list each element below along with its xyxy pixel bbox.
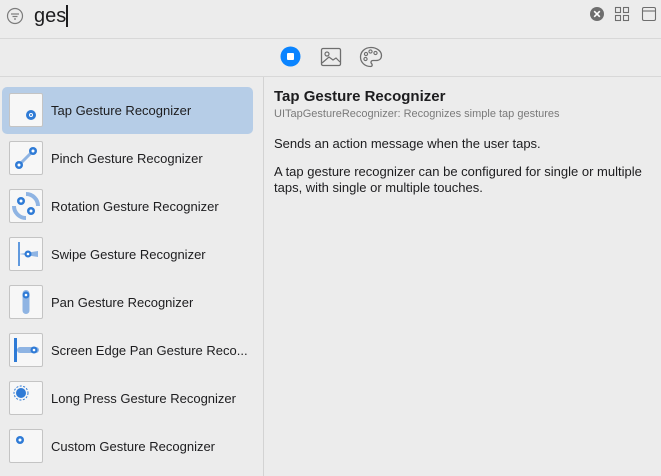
filter-icon[interactable]	[6, 7, 24, 25]
item-thumbnail	[9, 141, 43, 175]
item-label: Custom Gesture Recognizer	[51, 439, 216, 454]
item-label: Rotation Gesture Recognizer	[51, 199, 219, 214]
item-thumbnail	[9, 189, 43, 223]
item-label: Long Press Gesture Recognizer	[51, 391, 236, 406]
tap-gesture-icon	[26, 110, 36, 120]
pan-gesture-icon	[22, 290, 30, 314]
search-bar	[0, 0, 661, 38]
item-thumbnail	[9, 381, 43, 415]
screen-edge-pan-gesture-icon	[14, 338, 39, 362]
list-item-swipe-gesture[interactable]: Swipe Gesture Recognizer	[2, 231, 253, 278]
list-item-pan-gesture[interactable]: Pan Gesture Recognizer	[2, 279, 253, 326]
detail-title: Tap Gesture Recognizer	[274, 88, 446, 105]
detail-pane: Tap Gesture Recognizer UITapGestureRecog…	[264, 77, 661, 476]
window-icon[interactable]	[641, 6, 657, 22]
item-label: Tap Gesture Recognizer	[51, 103, 192, 118]
list-item-long-press-gesture[interactable]: Long Press Gesture Recognizer	[2, 375, 253, 422]
list-item-rotation-gesture[interactable]: Rotation Gesture Recognizer	[2, 183, 253, 230]
list-item-custom-gesture[interactable]: Custom Gesture Recognizer	[2, 423, 253, 470]
objects-icon[interactable]	[280, 46, 301, 67]
detail-description: A tap gesture recognizer can be configur…	[274, 164, 642, 195]
search-input[interactable]	[34, 2, 554, 30]
long-press-gesture-icon	[13, 385, 29, 401]
item-thumbnail	[9, 237, 43, 271]
list-item-screen-edge-pan-gesture[interactable]: Screen Edge Pan Gesture Reco...	[2, 327, 253, 374]
item-label: Swipe Gesture Recognizer	[51, 247, 206, 262]
media-icon[interactable]	[320, 47, 342, 67]
item-thumbnail	[9, 333, 43, 367]
item-label: Screen Edge Pan Gesture Reco...	[51, 343, 248, 358]
list-item-pinch-gesture[interactable]: Pinch Gesture Recognizer	[2, 135, 253, 182]
item-thumbnail	[9, 285, 43, 319]
list-item-tap-gesture[interactable]: Tap Gesture Recognizer	[2, 87, 253, 134]
pinch-gesture-icon	[15, 147, 37, 169]
custom-gesture-icon	[16, 436, 24, 444]
item-label: Pinch Gesture Recognizer	[51, 151, 203, 166]
text-caret	[66, 5, 68, 27]
clear-icon[interactable]	[589, 6, 605, 22]
detail-summary: Sends an action message when the user ta…	[274, 136, 541, 151]
rotation-gesture-icon	[12, 192, 40, 220]
library-segment-bar	[0, 39, 661, 76]
object-list: Tap Gesture Recognizer Pinch Gesture Rec…	[0, 77, 263, 476]
grid-view-icon[interactable]	[614, 6, 630, 22]
item-thumbnail	[9, 93, 43, 127]
swipe-gesture-icon	[18, 242, 38, 266]
detail-subtitle: UITapGestureRecognizer: Recognizes simpl…	[274, 108, 560, 120]
colors-icon[interactable]	[359, 46, 383, 68]
item-label: Pan Gesture Recognizer	[51, 295, 194, 310]
item-thumbnail	[9, 429, 43, 463]
